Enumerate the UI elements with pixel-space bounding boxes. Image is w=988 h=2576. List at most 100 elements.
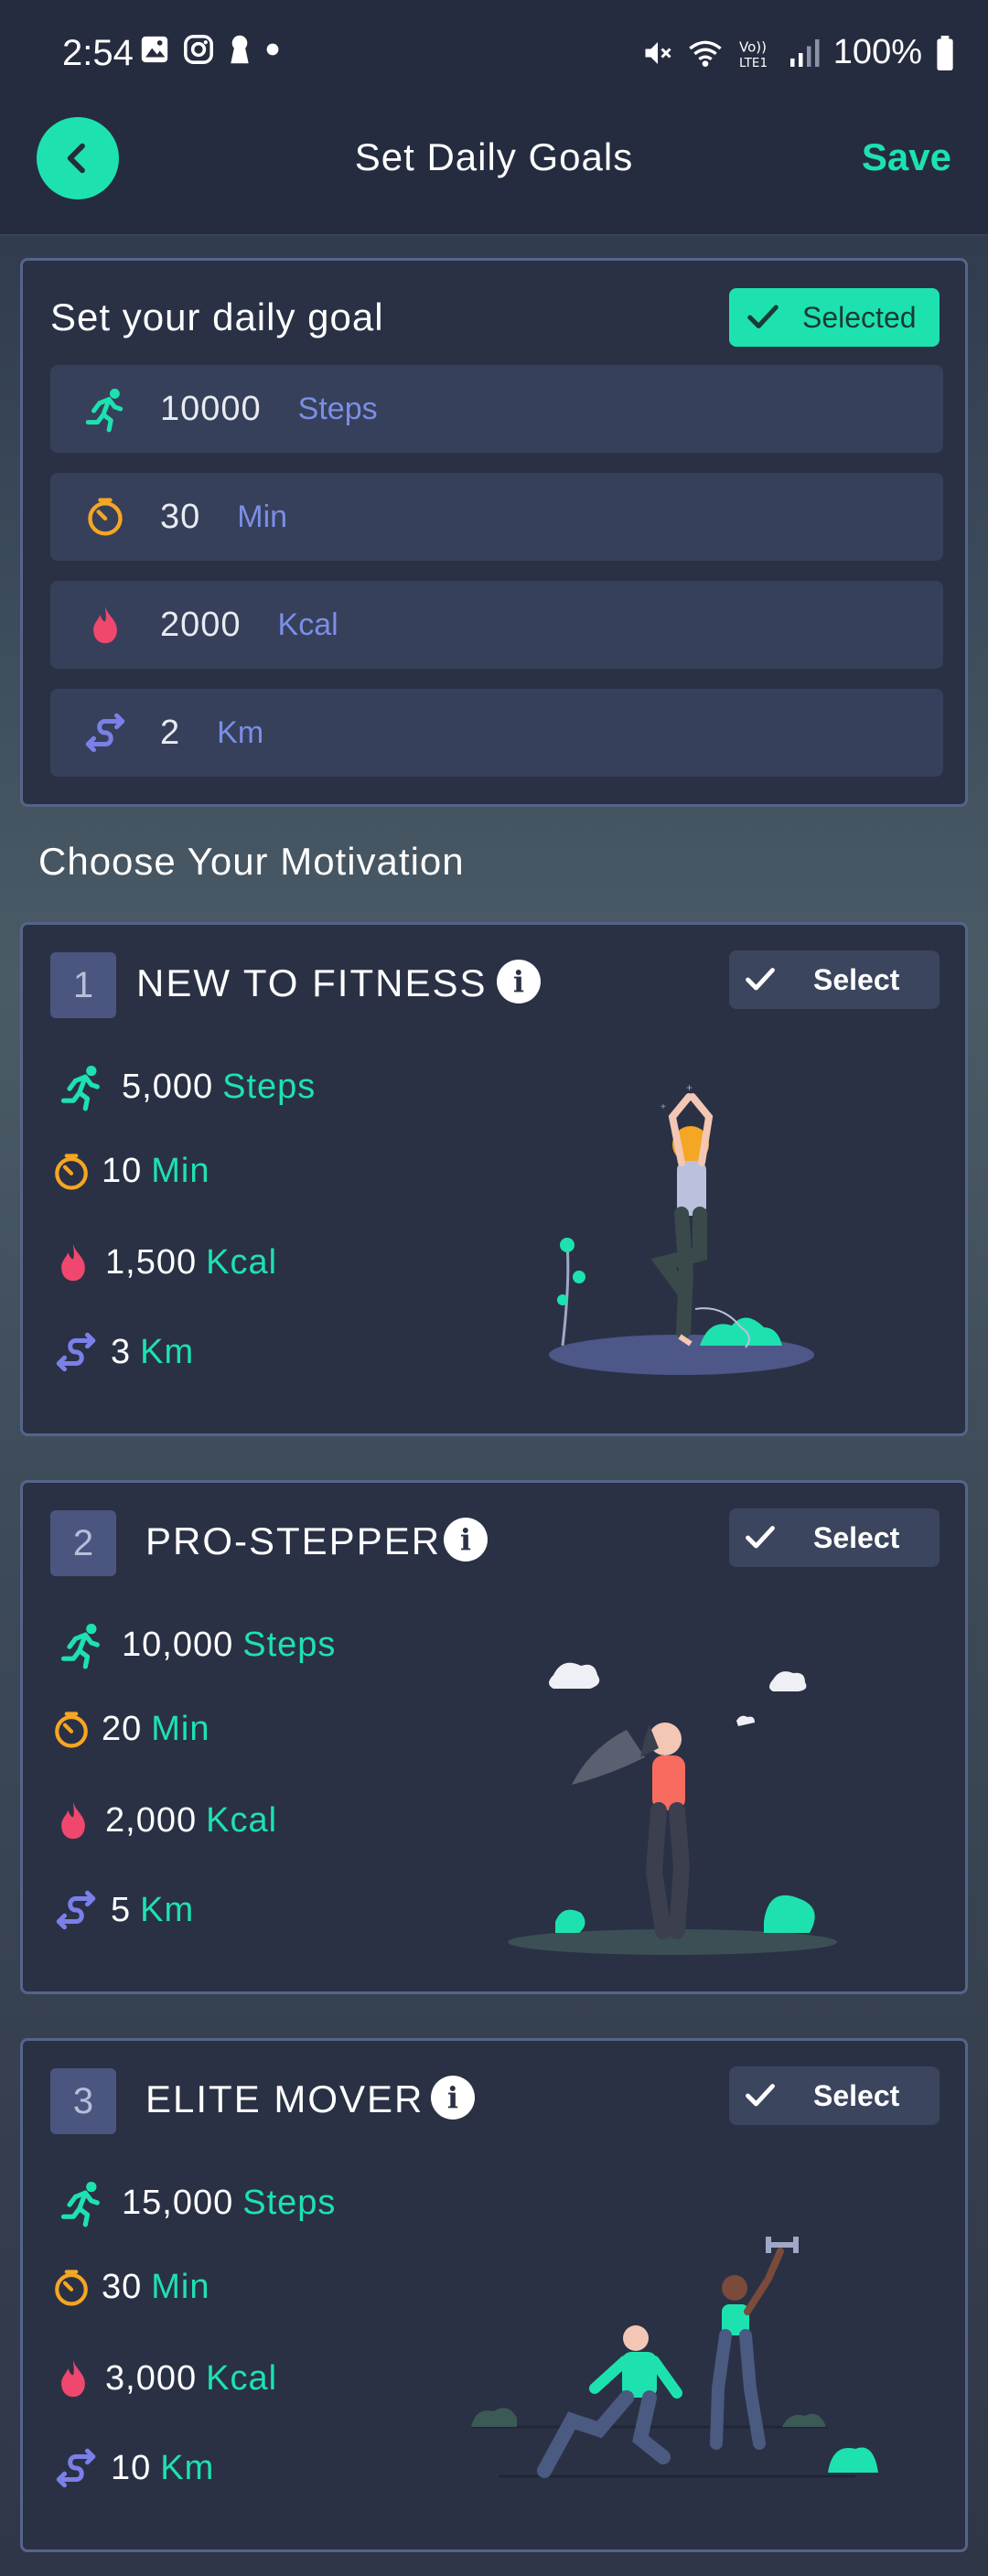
signal-icon bbox=[789, 38, 820, 67]
metric-steps: 5,000 Steps bbox=[48, 1060, 316, 1113]
daily-goal-card: Set your daily goal Selected 10000 Steps… bbox=[20, 258, 968, 807]
notification-icons bbox=[139, 33, 280, 66]
metric-value: 15,000 bbox=[122, 2183, 234, 2222]
metric-distance: 10 Km bbox=[48, 2443, 214, 2493]
metric-unit: Kcal bbox=[206, 1800, 278, 1840]
metric-unit: Min bbox=[151, 1152, 210, 1190]
run-icon bbox=[82, 384, 128, 434]
run-icon bbox=[58, 1060, 105, 1113]
plan-card-pro-stepper: 2 PRO-STEPPER i Select 10,000 Steps 20 M… bbox=[20, 1480, 968, 1994]
metric-minutes: 20 Min bbox=[48, 1710, 210, 1749]
select-label: Select bbox=[813, 2078, 900, 2112]
plan-name: PRO-STEPPER bbox=[145, 1519, 442, 1562]
select-button[interactable]: Select bbox=[729, 950, 940, 1009]
metric-unit: Kcal bbox=[206, 1242, 278, 1282]
dot-icon bbox=[266, 43, 279, 56]
select-label: Select bbox=[813, 1520, 900, 1554]
battery-icon bbox=[937, 35, 953, 70]
metric-value: 10 bbox=[102, 1152, 143, 1190]
metric-unit: Km bbox=[140, 1890, 195, 1929]
info-icon[interactable]: i bbox=[444, 1518, 488, 1562]
timer-icon bbox=[52, 1711, 91, 1749]
flame-icon bbox=[93, 606, 117, 644]
metric-steps: 15,000 Steps bbox=[48, 2176, 336, 2229]
select-button[interactable]: Select bbox=[729, 1508, 940, 1567]
metric-value: 5,000 bbox=[122, 1067, 214, 1106]
route-icon bbox=[53, 1327, 99, 1377]
goal-value: 2 bbox=[160, 713, 181, 752]
metric-value: 30 bbox=[102, 2268, 143, 2306]
plan-number: 1 bbox=[50, 952, 116, 1018]
metric-kcal: 3,000 Kcal bbox=[48, 2352, 277, 2405]
metric-value: 3 bbox=[111, 1332, 132, 1371]
mute-icon bbox=[645, 41, 671, 64]
page-title: Set Daily Goals bbox=[354, 135, 634, 178]
route-icon bbox=[53, 1885, 99, 1935]
goal-unit: Steps bbox=[297, 391, 378, 426]
selected-button[interactable]: Selected bbox=[729, 288, 940, 347]
run-icon bbox=[58, 2176, 105, 2229]
yoga-illustration: ++ bbox=[549, 1081, 814, 1375]
metric-unit: Kcal bbox=[206, 2358, 278, 2398]
metric-kcal: 2,000 Kcal bbox=[48, 1794, 277, 1847]
svg-text:+: + bbox=[686, 1081, 693, 1094]
check-icon bbox=[744, 963, 777, 996]
goal-card-title: Set your daily goal bbox=[50, 295, 384, 338]
flame-icon bbox=[61, 2359, 85, 2398]
goal-row-steps[interactable]: 10000 Steps bbox=[50, 365, 943, 453]
goal-row-minutes[interactable]: 30 Min bbox=[50, 473, 943, 561]
save-button[interactable]: Save bbox=[862, 135, 951, 179]
workout-illustration bbox=[471, 2237, 878, 2478]
goal-unit: Min bbox=[237, 499, 288, 534]
svg-text:Vo)): Vo)) bbox=[739, 38, 767, 55]
top-app-bar: 2:54 Vo)) LTE1 100% Set Daily Goals Save bbox=[0, 0, 988, 236]
keyhole-icon bbox=[231, 35, 249, 64]
metric-value: 10,000 bbox=[122, 1625, 234, 1664]
metric-value: 3,000 bbox=[105, 2358, 198, 2398]
check-icon bbox=[744, 1521, 777, 1554]
goal-row-distance[interactable]: 2 Km bbox=[50, 689, 943, 777]
metric-unit: Steps bbox=[242, 1625, 337, 1664]
metric-minutes: 10 Min bbox=[48, 1152, 210, 1191]
volte-icon: Vo))LTE1 bbox=[739, 38, 768, 70]
metric-unit: Steps bbox=[222, 1067, 317, 1106]
svg-text:LTE1: LTE1 bbox=[739, 56, 768, 70]
route-icon bbox=[53, 2443, 99, 2493]
goal-row-kcal[interactable]: 2000 Kcal bbox=[50, 581, 943, 669]
flame-icon bbox=[61, 1243, 85, 1282]
route-icon bbox=[82, 708, 128, 757]
plan-name: ELITE MOVER bbox=[145, 2077, 424, 2120]
metric-steps: 10,000 Steps bbox=[48, 1618, 336, 1671]
info-icon[interactable]: i bbox=[431, 2076, 475, 2120]
jogging-illustration bbox=[508, 1662, 837, 1955]
goal-unit: Kcal bbox=[277, 606, 338, 642]
select-label: Select bbox=[813, 962, 900, 996]
metric-value: 1,500 bbox=[105, 1242, 198, 1282]
wifi-icon bbox=[689, 40, 722, 67]
goal-value: 30 bbox=[160, 497, 201, 536]
plan-name: NEW TO FITNESS bbox=[136, 961, 488, 1004]
battery-percent: 100% bbox=[832, 33, 922, 71]
plan-card-elite-mover: 3 ELITE MOVER i Select 15,000 Steps 30 M… bbox=[20, 2038, 968, 2552]
system-status: Vo)) LTE1 100% bbox=[641, 33, 955, 72]
metric-value: 2,000 bbox=[105, 1800, 198, 1840]
plan-number: 3 bbox=[50, 2068, 116, 2134]
status-time: 2:54 bbox=[62, 33, 134, 73]
metric-kcal: 1,500 Kcal bbox=[48, 1236, 277, 1289]
status-bar: 2:54 Vo)) LTE1 100% bbox=[0, 0, 988, 110]
timer-icon bbox=[52, 2269, 91, 2307]
goal-unit: Km bbox=[217, 714, 264, 750]
metric-unit: Km bbox=[160, 2448, 215, 2487]
goal-value: 2000 bbox=[160, 605, 242, 644]
metric-unit: Km bbox=[140, 1332, 195, 1371]
plan-card-new-to-fitness: 1 NEW TO FITNESS i Select 5,000 Steps 10… bbox=[20, 922, 968, 1436]
check-icon bbox=[746, 300, 780, 335]
select-button[interactable]: Select bbox=[729, 2066, 940, 2125]
metric-unit: Steps bbox=[242, 2183, 337, 2222]
check-icon bbox=[744, 2079, 777, 2112]
info-icon[interactable]: i bbox=[497, 960, 541, 1004]
metric-value: 10 bbox=[111, 2448, 152, 2487]
metric-distance: 5 Km bbox=[48, 1885, 194, 1935]
gallery-icon bbox=[141, 36, 168, 63]
motivation-section-title: Choose Your Motivation bbox=[38, 840, 465, 883]
